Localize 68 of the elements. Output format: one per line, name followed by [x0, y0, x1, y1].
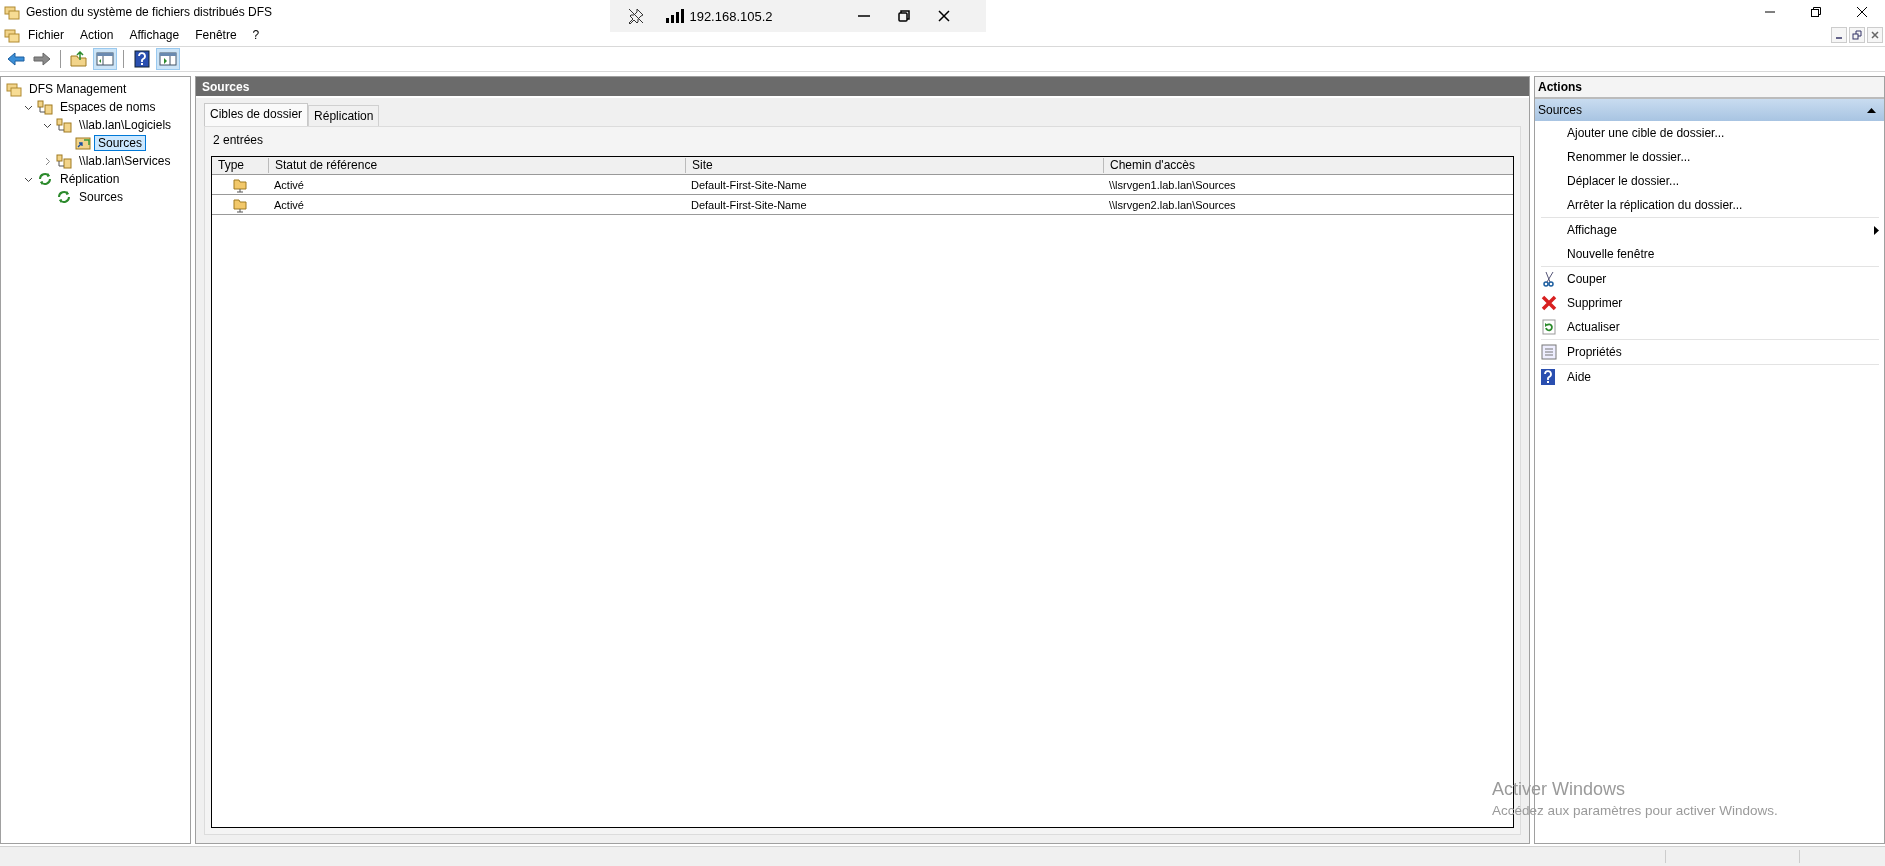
- section-header[interactable]: Sources: [1538, 103, 1583, 117]
- ip-address: 192.168.105.2: [689, 8, 773, 24]
- table-cell-text: Default-First-Site-Name: [690, 178, 808, 191]
- pane-command[interactable]: Supprimer: [1567, 296, 1879, 310]
- column-header[interactable]: Statut de référence: [268, 158, 685, 173]
- tab[interactable]: Réplication: [308, 105, 380, 126]
- entry-count: 2 entrées: [212, 132, 265, 149]
- folders-icon: [4, 4, 20, 20]
- folders-icon: [6, 81, 22, 97]
- shared-folder-icon: [232, 176, 248, 193]
- table-cell-text: Activé: [273, 178, 305, 191]
- window-title: Gestion du système de fichiers distribués DFS: [26, 5, 273, 19]
- submenu-arrow-icon: [1874, 225, 1879, 235]
- pane-command[interactable]: Propriétés: [1567, 345, 1879, 359]
- minimize-icon[interactable]: [1831, 27, 1847, 43]
- pane-command[interactable]: Nouvelle fenêtre: [1567, 247, 1879, 261]
- tree-item[interactable]: \\lab.lan\Logiciels: [75, 117, 176, 133]
- table-cell-text: \\lsrvgen2.lab.lan\Sources: [1108, 198, 1237, 211]
- pane-command[interactable]: Arrêter la réplication du dossier...: [1567, 198, 1879, 212]
- refresh-icon: [1541, 319, 1557, 335]
- pane-command[interactable]: Ajouter une cible de dossier...: [1567, 126, 1879, 140]
- close-icon[interactable]: [1857, 7, 1867, 17]
- table-cell-text: Activé: [273, 198, 305, 211]
- menu-item[interactable]: Action: [72, 26, 122, 44]
- tab[interactable]: Cibles de dossier: [204, 103, 309, 126]
- column-header[interactable]: Chemin d'accès: [1103, 158, 1513, 173]
- pane-title: Actions: [1535, 77, 1884, 99]
- server-tree-icon: [56, 117, 72, 133]
- pane-command[interactable]: Affichage: [1567, 223, 1874, 237]
- pane-title: Sources: [196, 77, 1529, 98]
- pin-icon[interactable]: [628, 8, 644, 24]
- sync-arrows-icon: [56, 189, 72, 205]
- folders-icon: [4, 27, 20, 43]
- close-icon[interactable]: [938, 10, 950, 22]
- tree-item[interactable]: Sources: [94, 135, 147, 151]
- server-tree-icon: [56, 153, 72, 169]
- server-tree-icon: [37, 99, 53, 115]
- panel-right-icon[interactable]: [156, 48, 180, 70]
- menu-item[interactable]: Fichier: [20, 26, 72, 44]
- table-cell-text: \\lsrvgen1.lab.lan\Sources: [1108, 178, 1237, 191]
- pane-command[interactable]: Déplacer le dossier...: [1567, 174, 1879, 188]
- pane-command[interactable]: Renommer le dossier...: [1567, 150, 1879, 164]
- column-header[interactable]: Type: [212, 158, 268, 173]
- tree-item[interactable]: \\lab.lan\Services: [75, 153, 175, 169]
- pane-command[interactable]: Actualiser: [1567, 320, 1879, 334]
- menu-item[interactable]: ?: [244, 26, 268, 44]
- collapse-triangle-icon[interactable]: [1867, 107, 1876, 113]
- menu-item[interactable]: Affichage: [121, 26, 188, 44]
- restore-icon[interactable]: [898, 10, 910, 22]
- help-icon: [1541, 369, 1555, 385]
- tree-item[interactable]: Réplication: [56, 171, 124, 187]
- table-cell-text: Default-First-Site-Name: [690, 198, 808, 211]
- shared-folder-icon: [232, 196, 248, 213]
- scissors-icon: [1541, 271, 1557, 287]
- signal-icon: [666, 9, 684, 23]
- properties-icon: [1541, 344, 1557, 360]
- panel-left-icon[interactable]: [93, 48, 117, 70]
- tree-item[interactable]: Espaces de noms: [56, 99, 160, 115]
- maximize-icon[interactable]: [1811, 7, 1821, 17]
- tree-item[interactable]: Sources: [75, 189, 128, 205]
- folder-link-icon: [75, 135, 91, 151]
- column-header[interactable]: Site: [685, 158, 1103, 173]
- sync-arrows-icon: [37, 171, 53, 187]
- pane-command[interactable]: Aide: [1567, 370, 1879, 384]
- delete-icon: [1541, 295, 1557, 311]
- menu-item[interactable]: Fenêtre: [187, 26, 245, 44]
- tree-item[interactable]: DFS Management: [25, 81, 131, 97]
- pane-command[interactable]: Couper: [1567, 272, 1879, 286]
